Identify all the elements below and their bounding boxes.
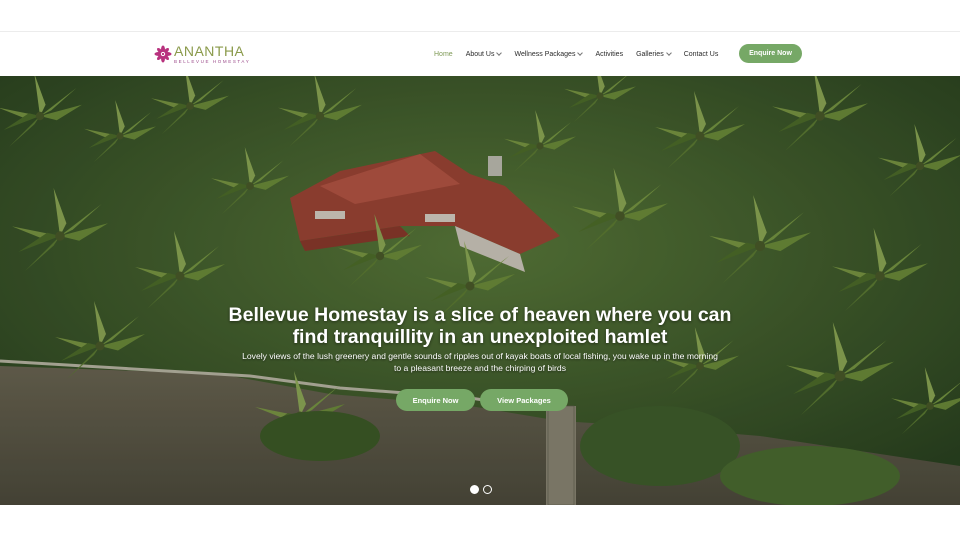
- below-hero-area: [0, 505, 960, 540]
- top-strip: [0, 0, 960, 32]
- enquire-now-button[interactable]: Enquire Now: [396, 389, 475, 411]
- hero-headline-line-1: Bellevue Homestay is a slice of heaven w…: [228, 304, 732, 326]
- hero-subtext: Lovely views of the lush greenery and ge…: [200, 350, 760, 374]
- nav-item-label: Activities: [595, 50, 624, 58]
- slider-dot-2[interactable]: [483, 485, 492, 494]
- brand-name: ANANTHA: [174, 42, 245, 59]
- nav-item-label: About Us: [465, 50, 495, 58]
- hero-slider: Bellevue Homestay is a slice of heaven w…: [0, 76, 960, 505]
- hero-subtext-line-1: Lovely views of the lush greenery and ge…: [242, 351, 718, 361]
- chevron-down-icon: [577, 50, 584, 56]
- nav-item-label: Home: [434, 50, 453, 58]
- hero-headline-line-2: find tranquillity in an unexploited haml…: [292, 326, 668, 348]
- nav-item-about-us[interactable]: About Us: [465, 50, 503, 58]
- nav-item-label: Galleries: [636, 50, 664, 58]
- chevron-down-icon: [496, 50, 503, 56]
- lotus-icon: [154, 45, 172, 63]
- hero-subtext-line-2: to a pleasant breeze and the chirping of…: [394, 363, 566, 373]
- nav-item-wellness-packages[interactable]: Wellness Packages: [514, 50, 584, 58]
- site-header: ANANTHA BELLEVUE HOMESTAY Home About Us …: [0, 32, 960, 76]
- view-packages-button[interactable]: View Packages: [480, 389, 568, 411]
- nav-item-label: Wellness Packages: [514, 50, 576, 58]
- slider-pagination: [470, 485, 496, 494]
- hero-headline: Bellevue Homestay is a slice of heaven w…: [180, 304, 780, 348]
- brand-subtitle: BELLEVUE HOMESTAY: [174, 58, 251, 64]
- chevron-down-icon: [665, 50, 672, 56]
- hero-overlay: [0, 76, 960, 505]
- nav-item-activities[interactable]: Activities: [595, 51, 623, 58]
- brand-logo[interactable]: ANANTHA BELLEVUE HOMESTAY: [154, 41, 250, 67]
- nav-item-contact-us[interactable]: Contact Us: [684, 51, 719, 58]
- slider-dot-1[interactable]: [470, 485, 479, 494]
- enquire-now-nav-button[interactable]: Enquire Now: [739, 44, 802, 63]
- nav-item-galleries[interactable]: Galleries: [636, 50, 672, 58]
- main-nav: Home About Us Wellness Packages Activiti…: [434, 32, 731, 76]
- nav-item-label: Contact Us: [683, 50, 719, 58]
- nav-item-home[interactable]: Home: [434, 51, 453, 58]
